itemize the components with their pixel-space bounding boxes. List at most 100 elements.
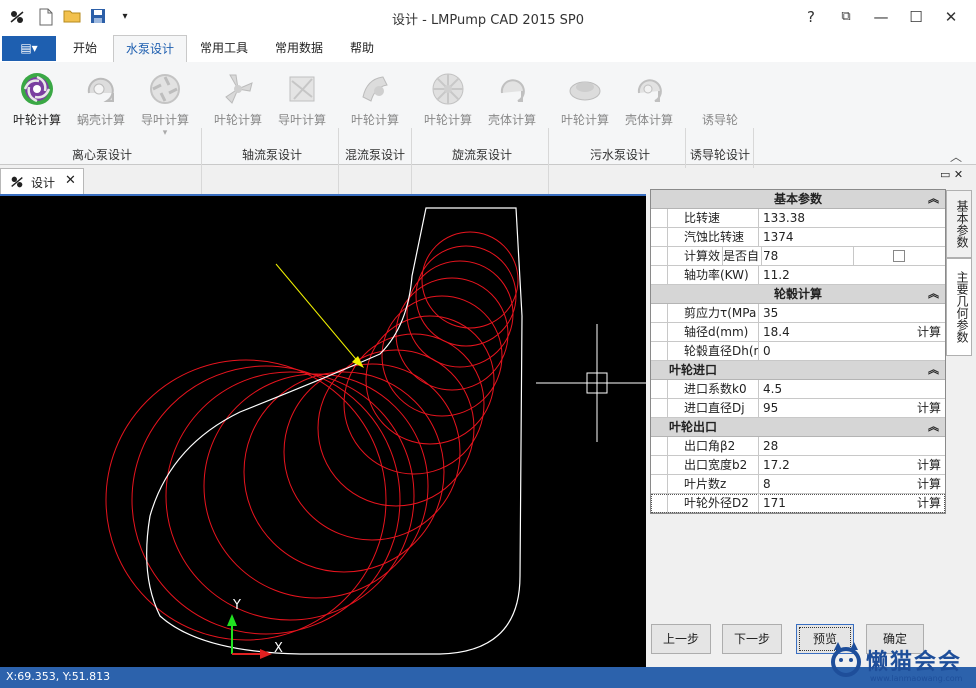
axial-diffuser-icon	[284, 71, 320, 107]
tab-pump-design[interactable]: 水泵设计	[113, 35, 187, 63]
group-mixed-flow-pump: 混流泵设计	[344, 148, 405, 162]
y-axis-label: Y	[233, 598, 241, 613]
tab-main-geometry[interactable]: 主要几何参数	[946, 258, 972, 356]
minimize-button[interactable]: —	[864, 5, 898, 29]
sewage-impeller-calc-button[interactable]: 叶轮计算	[554, 68, 616, 138]
prop-row[interactable]: 进口系数k0 4.5	[651, 380, 945, 399]
mixed-flow-impeller-icon	[357, 71, 393, 107]
axial-impeller-calc-button[interactable]: 叶轮计算	[207, 68, 269, 138]
prev-step-button[interactable]: 上一步	[651, 624, 711, 654]
casing-icon	[494, 71, 530, 107]
prop-row[interactable]: 比转速 133.38	[651, 209, 945, 228]
next-step-button[interactable]: 下一步	[722, 624, 782, 654]
leader-line	[275, 263, 361, 365]
help-button[interactable]: ?	[794, 5, 828, 29]
watermark-logo: 懒猫会会 www.lanmaowang.com	[826, 640, 976, 688]
section-impeller-inlet[interactable]: 叶轮进口 ︽	[651, 361, 945, 380]
vortex-impeller-calc-button[interactable]: 叶轮计算	[417, 68, 479, 138]
prop-row[interactable]: 出口角β2 28	[651, 437, 945, 456]
calc-button[interactable]: 计算	[917, 399, 941, 417]
tab-start[interactable]: 开始	[62, 35, 108, 61]
prop-row[interactable]: 轴功率(KW) 11.2	[651, 266, 945, 285]
inducer-icon	[702, 71, 738, 107]
cursor-crosshair	[536, 324, 646, 442]
group-centrifugal-pump: 离心泵设计	[71, 148, 132, 162]
restore-ribbon-button[interactable]: ⧉	[829, 5, 863, 29]
group-inducer: 诱导轮设计	[689, 148, 750, 162]
collapse-ribbon-button[interactable]: ︿	[950, 148, 962, 165]
sewage-casing-calc-button[interactable]: 壳体计算	[618, 68, 680, 138]
section-impeller-outlet[interactable]: 叶轮出口 ︽	[651, 418, 945, 437]
prop-row[interactable]: 轴径d(mm) 18.4 计算	[651, 323, 945, 342]
prop-row[interactable]: 叶片数z 8 计算	[651, 475, 945, 494]
prop-row[interactable]: 出口宽度b2 17.2 计算	[651, 456, 945, 475]
group-sewage-pump: 污水泵设计	[589, 148, 650, 162]
prop-row[interactable]: 进口直径Dj 95 计算	[651, 399, 945, 418]
calc-button[interactable]: 计算	[917, 323, 941, 341]
volute-icon	[83, 71, 119, 107]
cat-logo-icon	[831, 642, 861, 677]
section-hub-calc[interactable]: 轮毂计算 ︽	[651, 285, 945, 304]
volute-calc-button[interactable]: 蜗壳计算	[70, 68, 132, 138]
prop-row[interactable]: 剪应力τ(MPa 35	[651, 304, 945, 323]
tab-basic-params[interactable]: 基本参数	[946, 190, 972, 258]
axial-diffuser-calc-button[interactable]: 导叶计算	[271, 68, 333, 138]
prop-row[interactable]: 轮毂直径Dh(m 0	[651, 342, 945, 361]
tab-common-data[interactable]: 常用数据	[266, 35, 332, 61]
volute-section-circles	[105, 231, 519, 641]
mixed-flow-impeller-calc-button[interactable]: 叶轮计算	[344, 68, 406, 138]
cursor-coordinates: X:69.353, Y:51.813	[6, 670, 111, 683]
group-axial-pump: 轴流泵设计	[241, 148, 302, 162]
document-tab-label: 设计	[31, 176, 56, 190]
diffuser-calc-button[interactable]: 导叶计算 ▾	[134, 68, 196, 138]
impeller-icon	[19, 71, 55, 107]
tab-common-tools[interactable]: 常用工具	[192, 35, 256, 61]
vortex-impeller-icon	[430, 71, 466, 107]
prop-row[interactable]: 叶轮外径D2 171 计算	[651, 494, 945, 513]
vortex-casing-calc-button[interactable]: 壳体计算	[481, 68, 543, 138]
prop-row[interactable]: 计算效 是否自 78	[651, 247, 945, 266]
auto-efficiency-checkbox[interactable]	[893, 250, 905, 262]
maximize-button[interactable]: ☐	[899, 5, 933, 29]
close-button[interactable]: ✕	[934, 5, 968, 29]
x-axis-label: X	[274, 641, 283, 656]
ucs-axis-icon	[227, 614, 272, 659]
section-circle	[317, 349, 475, 507]
ribbon: 叶轮计算 蜗壳计算 导叶计算 ▾ 叶轮计算 导叶计算 叶轮计算 叶轮计算 壳体计…	[0, 62, 976, 224]
collapse-chevron-icon[interactable]: ︽	[928, 361, 939, 379]
section-circle	[131, 365, 401, 635]
inducer-button[interactable]: 诱导轮	[689, 68, 751, 138]
collapse-chevron-icon[interactable]: ︽	[928, 190, 939, 208]
close-document-icon[interactable]: ✕	[65, 173, 76, 188]
diffuser-icon	[147, 71, 183, 107]
sewage-casing-icon	[631, 71, 667, 107]
centrifugal-impeller-calc-button[interactable]: 叶轮计算	[6, 68, 68, 138]
document-tab[interactable]: 设计 ✕	[0, 168, 84, 194]
title-bar: ▾ 设计 - LMPump CAD 2015 SP0 ? ⧉ — ☐ ✕	[0, 0, 976, 34]
collapse-chevron-icon[interactable]: ︽	[928, 418, 939, 436]
section-circle	[343, 333, 485, 475]
section-basic-params[interactable]: 基本参数 ︽	[651, 190, 945, 209]
collapse-chevron-icon[interactable]: ︽	[928, 285, 939, 303]
app-menu-button[interactable]: ▤▾	[2, 36, 56, 61]
watermark-url: www.lanmaowang.com	[870, 674, 963, 683]
cad-canvas[interactable]: Y X	[0, 196, 646, 667]
watermark-text: 懒猫会会	[866, 650, 963, 675]
volute-drawing	[105, 207, 646, 659]
property-grid: 基本参数 ︽ 比转速 133.38 汽蚀比转速 1374 计算效 是否自 78 …	[650, 189, 946, 514]
section-circle	[165, 371, 415, 621]
auto-efficiency-label: 是否自	[723, 247, 762, 265]
prop-row[interactable]: 汽蚀比转速 1374	[651, 228, 945, 247]
sewage-impeller-icon	[567, 71, 603, 107]
section-circle	[283, 363, 461, 541]
calc-button[interactable]: 计算	[917, 456, 941, 474]
dropdown-arrow-icon: ▾	[162, 128, 168, 138]
panel-pin-close[interactable]: ▭ ✕	[940, 168, 963, 181]
volute-outline	[146, 207, 523, 655]
calc-button[interactable]: 计算	[917, 475, 941, 493]
document-icon	[9, 174, 25, 193]
section-circle	[203, 373, 429, 599]
calc-button[interactable]: 计算	[917, 494, 941, 512]
axial-impeller-icon	[220, 71, 256, 107]
tab-help[interactable]: 帮助	[340, 35, 384, 61]
